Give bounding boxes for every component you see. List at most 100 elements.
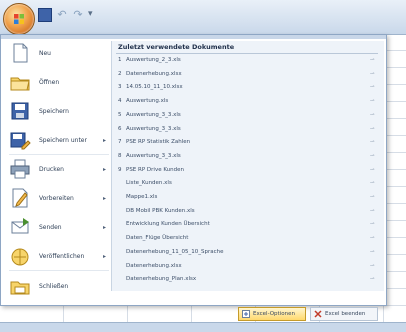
options-icon	[242, 310, 250, 318]
pin-icon[interactable]: ⊸	[370, 208, 375, 214]
recent-document-name: DB Mobil PBK Kunden.xls	[126, 207, 195, 214]
recent-document-name: Daten_Flüge Übersicht	[126, 235, 189, 242]
new-document-icon	[13, 43, 28, 63]
recent-document-number: 7	[118, 139, 122, 146]
menu-item-save-as[interactable]: Speichern unter ▸	[5, 128, 109, 152]
menu-item-open[interactable]: Öffnen	[5, 70, 109, 94]
pin-icon[interactable]: ⊸	[370, 167, 375, 173]
recent-documents-title: Zuletzt verwendete Dokumente	[118, 43, 235, 51]
pin-icon[interactable]: ⊸	[370, 276, 375, 282]
recent-document-number: 2	[118, 70, 122, 77]
pin-icon[interactable]: ⊸	[370, 84, 375, 90]
menu-item-label: Veröffentlichen	[39, 252, 85, 260]
recent-document-number: 1	[118, 57, 122, 63]
recent-document-name: Auswertung.xls	[126, 98, 169, 105]
print-icon	[10, 159, 30, 179]
pin-icon[interactable]: ⊸	[370, 112, 375, 118]
pin-icon[interactable]: ⊸	[370, 221, 375, 227]
save-as-icon	[10, 132, 31, 150]
recent-document-number: 4	[118, 98, 122, 105]
recent-document-item[interactable]: 3 14.05.10_11_10.xlsx ⊸	[118, 84, 380, 94]
recent-document-name: Datenerhebung_11_05_10_Sprache	[126, 248, 224, 255]
recent-document-name: Auswertung_3_3.xls	[126, 152, 181, 159]
menu-bottom-buttons: Excel-Optionen Excel beenden	[230, 304, 380, 321]
recent-document-item[interactable]: 1 Auswertung_2_3.xls ⊸	[118, 57, 380, 67]
recent-document-item[interactable]: Datenerhebung_11_05_10_Sprache ⊸	[118, 249, 380, 259]
prepare-icon	[12, 188, 28, 208]
submenu-arrow-icon: ▸	[103, 252, 107, 260]
save-icon	[11, 102, 29, 120]
recent-document-item[interactable]: 7 PSE RP Statistik Zahlen ⊸	[118, 139, 380, 149]
recent-document-item[interactable]: 5 Auswertung_3_3.xls ⊸	[118, 112, 380, 122]
pin-icon[interactable]: ⊸	[370, 57, 375, 63]
recent-title-divider	[116, 53, 378, 54]
menu-item-label: Speichern	[39, 107, 69, 115]
office-button[interactable]	[3, 3, 35, 35]
menu-top-strip	[1, 35, 386, 39]
recent-document-number: 9	[118, 166, 122, 173]
office-logo-icon	[14, 14, 24, 24]
publish-icon	[11, 248, 29, 266]
customize-toolbar-icon[interactable]: ▾	[88, 9, 96, 21]
pin-icon[interactable]: ⊸	[370, 194, 375, 200]
recent-document-name: Entwicklung Kunden Übersicht	[126, 221, 210, 228]
menu-item-save[interactable]: Speichern	[5, 99, 109, 123]
menu-item-close[interactable]: Schließen	[5, 274, 109, 298]
recent-document-item[interactable]: 4 Auswertung.xls ⊸	[118, 98, 380, 108]
menu-commands: Neu Öffnen Speichern Speichern unter ▸ D…	[5, 41, 109, 301]
recent-document-number: 6	[118, 125, 122, 132]
recent-document-item[interactable]: Mappe1.xls ⊸	[118, 194, 380, 204]
pin-icon[interactable]: ⊸	[370, 71, 375, 77]
pin-icon[interactable]: ⊸	[370, 126, 375, 132]
menu-item-prepare[interactable]: Vorbereiten ▸	[5, 186, 109, 210]
open-folder-icon	[10, 77, 30, 91]
recent-document-number: 3	[118, 84, 122, 91]
menu-item-label: Schließen	[39, 282, 69, 290]
pin-icon[interactable]: ⊸	[370, 98, 375, 104]
recent-document-name: Auswertung_3_3.xls	[126, 111, 181, 118]
redo-icon[interactable]: ↷	[72, 9, 84, 21]
menu-item-publish[interactable]: Veröffentlichen ▸	[5, 244, 109, 268]
pin-icon[interactable]: ⊸	[370, 153, 375, 159]
recent-document-item[interactable]: 9 PSE RP Drive Kunden ⊸	[118, 167, 380, 177]
recent-document-name: PSE RP Drive Kunden	[126, 166, 184, 173]
recent-document-item[interactable]: Liste_Kunden.xls ⊸	[118, 180, 380, 190]
pin-icon[interactable]: ⊸	[370, 139, 375, 145]
menu-item-label: Vorbereiten	[39, 194, 74, 202]
recent-document-item[interactable]: Datenerhebung.xlsx ⊸	[118, 263, 380, 273]
close-icon	[314, 310, 322, 318]
recent-document-item[interactable]: Entwicklung Kunden Übersicht ⊸	[118, 221, 380, 231]
recent-document-name: Datenerhebung.xlsx	[126, 262, 182, 269]
menu-item-print[interactable]: Drucken ▸	[5, 157, 109, 181]
recent-document-item[interactable]: Daten_Flüge Übersicht ⊸	[118, 235, 380, 245]
recent-document-item[interactable]: 8 Auswertung_3_3.xls ⊸	[118, 153, 380, 163]
pin-icon[interactable]: ⊸	[370, 180, 375, 186]
menu-item-new[interactable]: Neu	[5, 41, 109, 65]
excel-options-label: Excel-Optionen	[253, 311, 295, 317]
recent-document-name: Liste_Kunden.xls	[126, 180, 172, 187]
submenu-arrow-icon: ▸	[103, 165, 107, 173]
submenu-arrow-icon: ▸	[103, 194, 107, 202]
submenu-arrow-icon: ▸	[103, 223, 107, 231]
submenu-arrow-icon: ▸	[103, 136, 107, 144]
save-icon[interactable]	[38, 8, 52, 22]
pin-icon[interactable]: ⊸	[370, 249, 375, 255]
recent-document-name: Auswertung_3_3.xls	[126, 125, 181, 132]
close-folder-icon	[10, 281, 30, 295]
undo-icon[interactable]: ↶	[56, 9, 68, 21]
send-icon	[11, 218, 29, 234]
recent-document-item[interactable]: Datenerhebung_Plan.xlsx ⊸	[118, 276, 380, 286]
recent-document-name: 14.05.10_11_10.xlsx	[126, 84, 183, 91]
recent-document-item[interactable]: 2 Datenerhebung.xlsx ⊸	[118, 71, 380, 81]
quick-access-toolbar: ↶ ↷ ▾	[38, 8, 96, 22]
exit-excel-button[interactable]: Excel beenden	[310, 307, 378, 321]
recent-document-name: Datenerhebung_Plan.xlsx	[126, 276, 197, 283]
recent-document-name: Auswertung_2_3.xls	[126, 57, 181, 63]
pin-icon[interactable]: ⊸	[370, 235, 375, 241]
recent-documents-panel: Zuletzt verwendete Dokumente 1 Auswertung…	[111, 41, 384, 291]
menu-item-send[interactable]: Senden ▸	[5, 215, 109, 239]
pin-icon[interactable]: ⊸	[370, 263, 375, 269]
recent-document-item[interactable]: DB Mobil PBK Kunden.xls ⊸	[118, 208, 380, 218]
recent-document-item[interactable]: 6 Auswertung_3_3.xls ⊸	[118, 126, 380, 136]
excel-options-button[interactable]: Excel-Optionen	[238, 307, 306, 321]
